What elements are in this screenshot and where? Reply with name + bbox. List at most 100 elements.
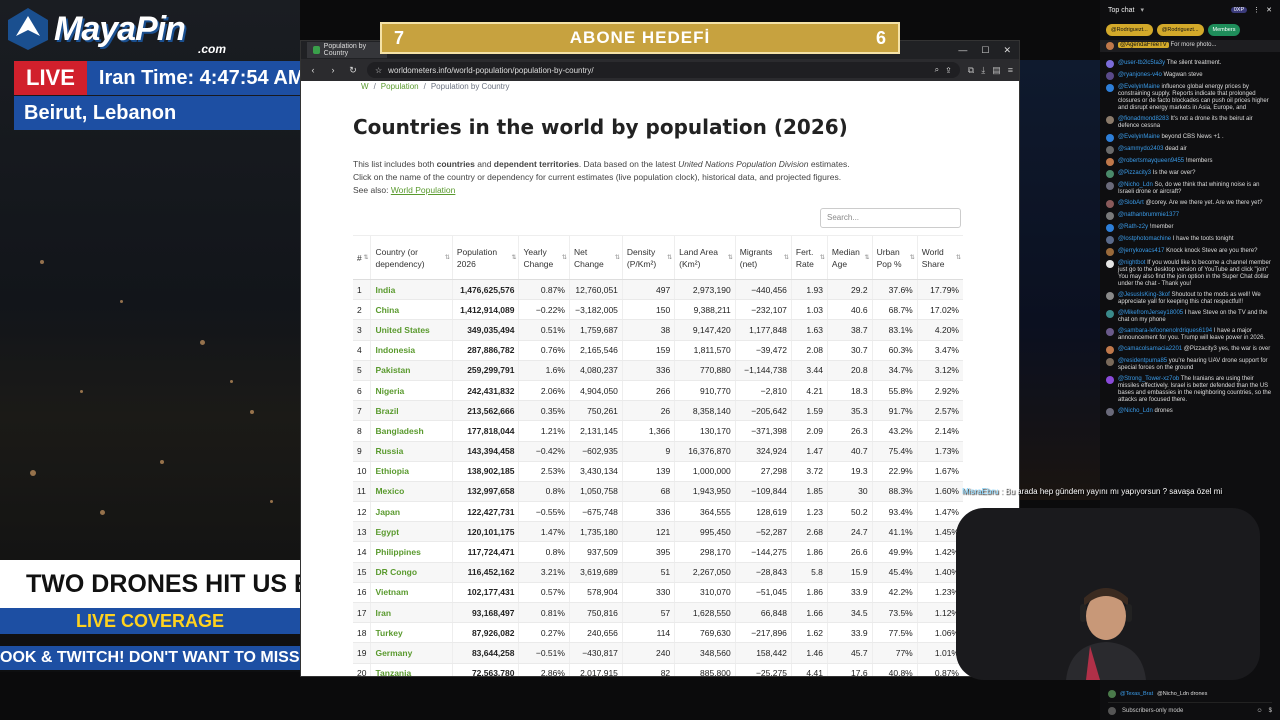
chat-username[interactable]: @Nicho_Ldn [1118, 182, 1153, 188]
chat-username[interactable]: @jerrykovacs417 [1118, 248, 1164, 254]
chat-username[interactable]: @camacolsamacia2201 [1118, 346, 1182, 352]
sort-icon[interactable]: ⇅ [728, 252, 733, 264]
chat-username[interactable]: @fionadmond8283 [1118, 116, 1169, 122]
chat-username[interactable]: @EvelyinMaine [1118, 84, 1160, 90]
sort-icon[interactable]: ⇅ [667, 252, 672, 264]
download-icon[interactable]: ⤓ [981, 65, 985, 76]
chevron-down-icon[interactable]: ▾ [1140, 6, 1144, 14]
country-link[interactable]: Bangladesh [370, 420, 453, 442]
close-chat-icon[interactable]: ✕ [1266, 6, 1272, 14]
country-link[interactable]: Russia [370, 441, 453, 462]
column-header[interactable]: World Share ⇅ [916, 235, 963, 280]
extensions-icon[interactable]: ⧉ [968, 65, 974, 76]
country-link[interactable]: Indonesia [370, 340, 453, 361]
address-field[interactable]: ☆ worldometers.info/world-population/pop… [367, 62, 960, 78]
zoom-icon[interactable]: ⌕ [935, 65, 939, 75]
sort-icon[interactable]: ⇅ [445, 252, 450, 264]
chat-username[interactable]: @nightbot [1118, 260, 1145, 266]
avatar [1106, 60, 1114, 68]
more-options-icon[interactable]: ⋮ [1253, 6, 1260, 14]
column-header[interactable]: Migrants (net) ⇅ [734, 235, 792, 280]
chat-mode-label[interactable]: Top chat [1108, 7, 1134, 14]
country-link[interactable]: India [370, 279, 453, 301]
menu-icon[interactable]: ≡ [1008, 65, 1013, 76]
column-header[interactable]: Urban Pop % ⇅ [871, 235, 918, 280]
column-header[interactable]: Country (or dependency) ⇅ [370, 235, 453, 280]
pinned-chip[interactable]: @Rodriguezt... [1156, 24, 1204, 36]
bookmark-icon[interactable]: ☆ [375, 66, 382, 75]
chat-username[interactable]: @lostphotomachine [1118, 236, 1171, 242]
country-link[interactable]: Germany [370, 642, 453, 664]
country-link[interactable]: Nigeria [370, 380, 453, 402]
column-header[interactable]: Land Area (Km²) ⇅ [674, 235, 736, 280]
pinned-chip[interactable]: @Rodriguezt... [1106, 24, 1153, 36]
chat-username[interactable]: @Rath-z2y [1118, 224, 1148, 230]
sort-icon[interactable]: ⇅ [562, 252, 567, 264]
forward-icon[interactable]: › [327, 65, 339, 75]
chat-username[interactable]: @JesusIsKing-3kof [1118, 292, 1170, 298]
column-header[interactable]: Net Change ⇅ [568, 235, 623, 280]
country-link[interactable]: Egypt [370, 521, 453, 543]
column-header[interactable]: # ⇅ [353, 235, 371, 280]
reload-icon[interactable]: ↻ [347, 65, 359, 76]
country-link[interactable]: Pakistan [370, 360, 453, 381]
population-cell: 132,997,658 [451, 481, 519, 503]
chat-username[interactable]: @user-tb2lc5ta3y [1118, 60, 1165, 66]
column-header[interactable]: Density (P/Km²) ⇅ [621, 235, 675, 280]
breadcrumb-population[interactable]: Population [381, 82, 419, 91]
members-chip[interactable]: Members [1207, 24, 1241, 36]
table-cell: 43.2% [871, 420, 918, 442]
back-icon[interactable]: ‹ [307, 65, 319, 75]
sort-icon[interactable]: ⇅ [865, 252, 870, 264]
country-link[interactable]: China [370, 299, 453, 321]
sort-icon[interactable]: ⇅ [910, 252, 915, 264]
table-search-input[interactable]: Search... [820, 208, 961, 228]
sort-icon[interactable]: ⇅ [363, 252, 368, 264]
country-link[interactable]: Japan [370, 501, 453, 523]
sort-icon[interactable]: ⇅ [615, 252, 620, 264]
breadcrumb-home[interactable]: W [361, 82, 369, 91]
emoji-icon[interactable]: ☺ [1257, 708, 1263, 714]
chat-username[interactable]: @sammydo2403 [1118, 146, 1163, 152]
chat-username[interactable]: @robertsmayqueen9455 [1118, 158, 1184, 164]
chat-username[interactable]: @sambara-lefoonenolrdriques6194 [1118, 328, 1212, 334]
country-link[interactable]: Turkey [370, 622, 453, 644]
world-population-link[interactable]: World Population [391, 185, 456, 195]
chat-username[interactable]: @SlobArt [1118, 200, 1144, 206]
country-link[interactable]: Mexico [370, 481, 453, 503]
column-header[interactable]: Yearly Change ⇅ [518, 235, 570, 280]
chat-username[interactable]: @nathanbrummie1377 [1118, 212, 1179, 218]
country-link[interactable]: Iran [370, 602, 453, 624]
chat-username[interactable]: @Pizzacity3 [1118, 170, 1151, 176]
close-icon[interactable]: ✕ [1003, 45, 1011, 56]
country-link[interactable]: United States [370, 319, 453, 341]
country-link[interactable]: Vietnam [370, 582, 453, 604]
chat-username[interactable]: @EvelyinMaine [1118, 134, 1160, 140]
minimize-icon[interactable]: — [958, 45, 967, 56]
chat-username[interactable]: @Strong_Tower-xz7ob [1118, 376, 1179, 382]
browser-tab[interactable]: Population by Country [307, 42, 387, 58]
super-chat-icon[interactable]: $ [1269, 708, 1272, 714]
chat-username[interactable]: @residentpuma85 [1118, 358, 1167, 364]
country-link[interactable]: Ethiopia [370, 461, 453, 482]
avatar [1106, 134, 1114, 142]
chat-username[interactable]: @Nicho_Ldn [1118, 408, 1153, 414]
sort-icon[interactable]: ⇅ [956, 252, 961, 264]
sort-icon[interactable]: ⇅ [784, 252, 789, 264]
table-row: 3 United States 349,035,494 0.51% 1,759,687 3… [353, 319, 963, 341]
sort-icon[interactable]: ⇅ [820, 252, 825, 264]
country-link[interactable]: Philippines [370, 541, 453, 563]
sort-icon[interactable]: ⇅ [511, 252, 516, 264]
share-icon[interactable]: ⇪ [945, 66, 952, 75]
column-header[interactable]: Population 2026 ⇅ [451, 235, 519, 280]
chat-username[interactable]: @ryanjones-v4o [1118, 72, 1162, 78]
country-link[interactable]: Tanzania [370, 663, 453, 676]
maximize-icon[interactable]: ☐ [981, 45, 989, 56]
column-header[interactable]: Fert. Rate ⇅ [790, 235, 828, 280]
sidebar-icon[interactable]: ▤ [992, 65, 1001, 76]
table-cell: 159 [621, 340, 675, 361]
column-header[interactable]: Median Age ⇅ [826, 235, 873, 280]
chat-username[interactable]: @MikefromJersey18005 [1118, 310, 1183, 316]
country-link[interactable]: DR Congo [370, 562, 453, 583]
country-link[interactable]: Brazil [370, 400, 453, 422]
